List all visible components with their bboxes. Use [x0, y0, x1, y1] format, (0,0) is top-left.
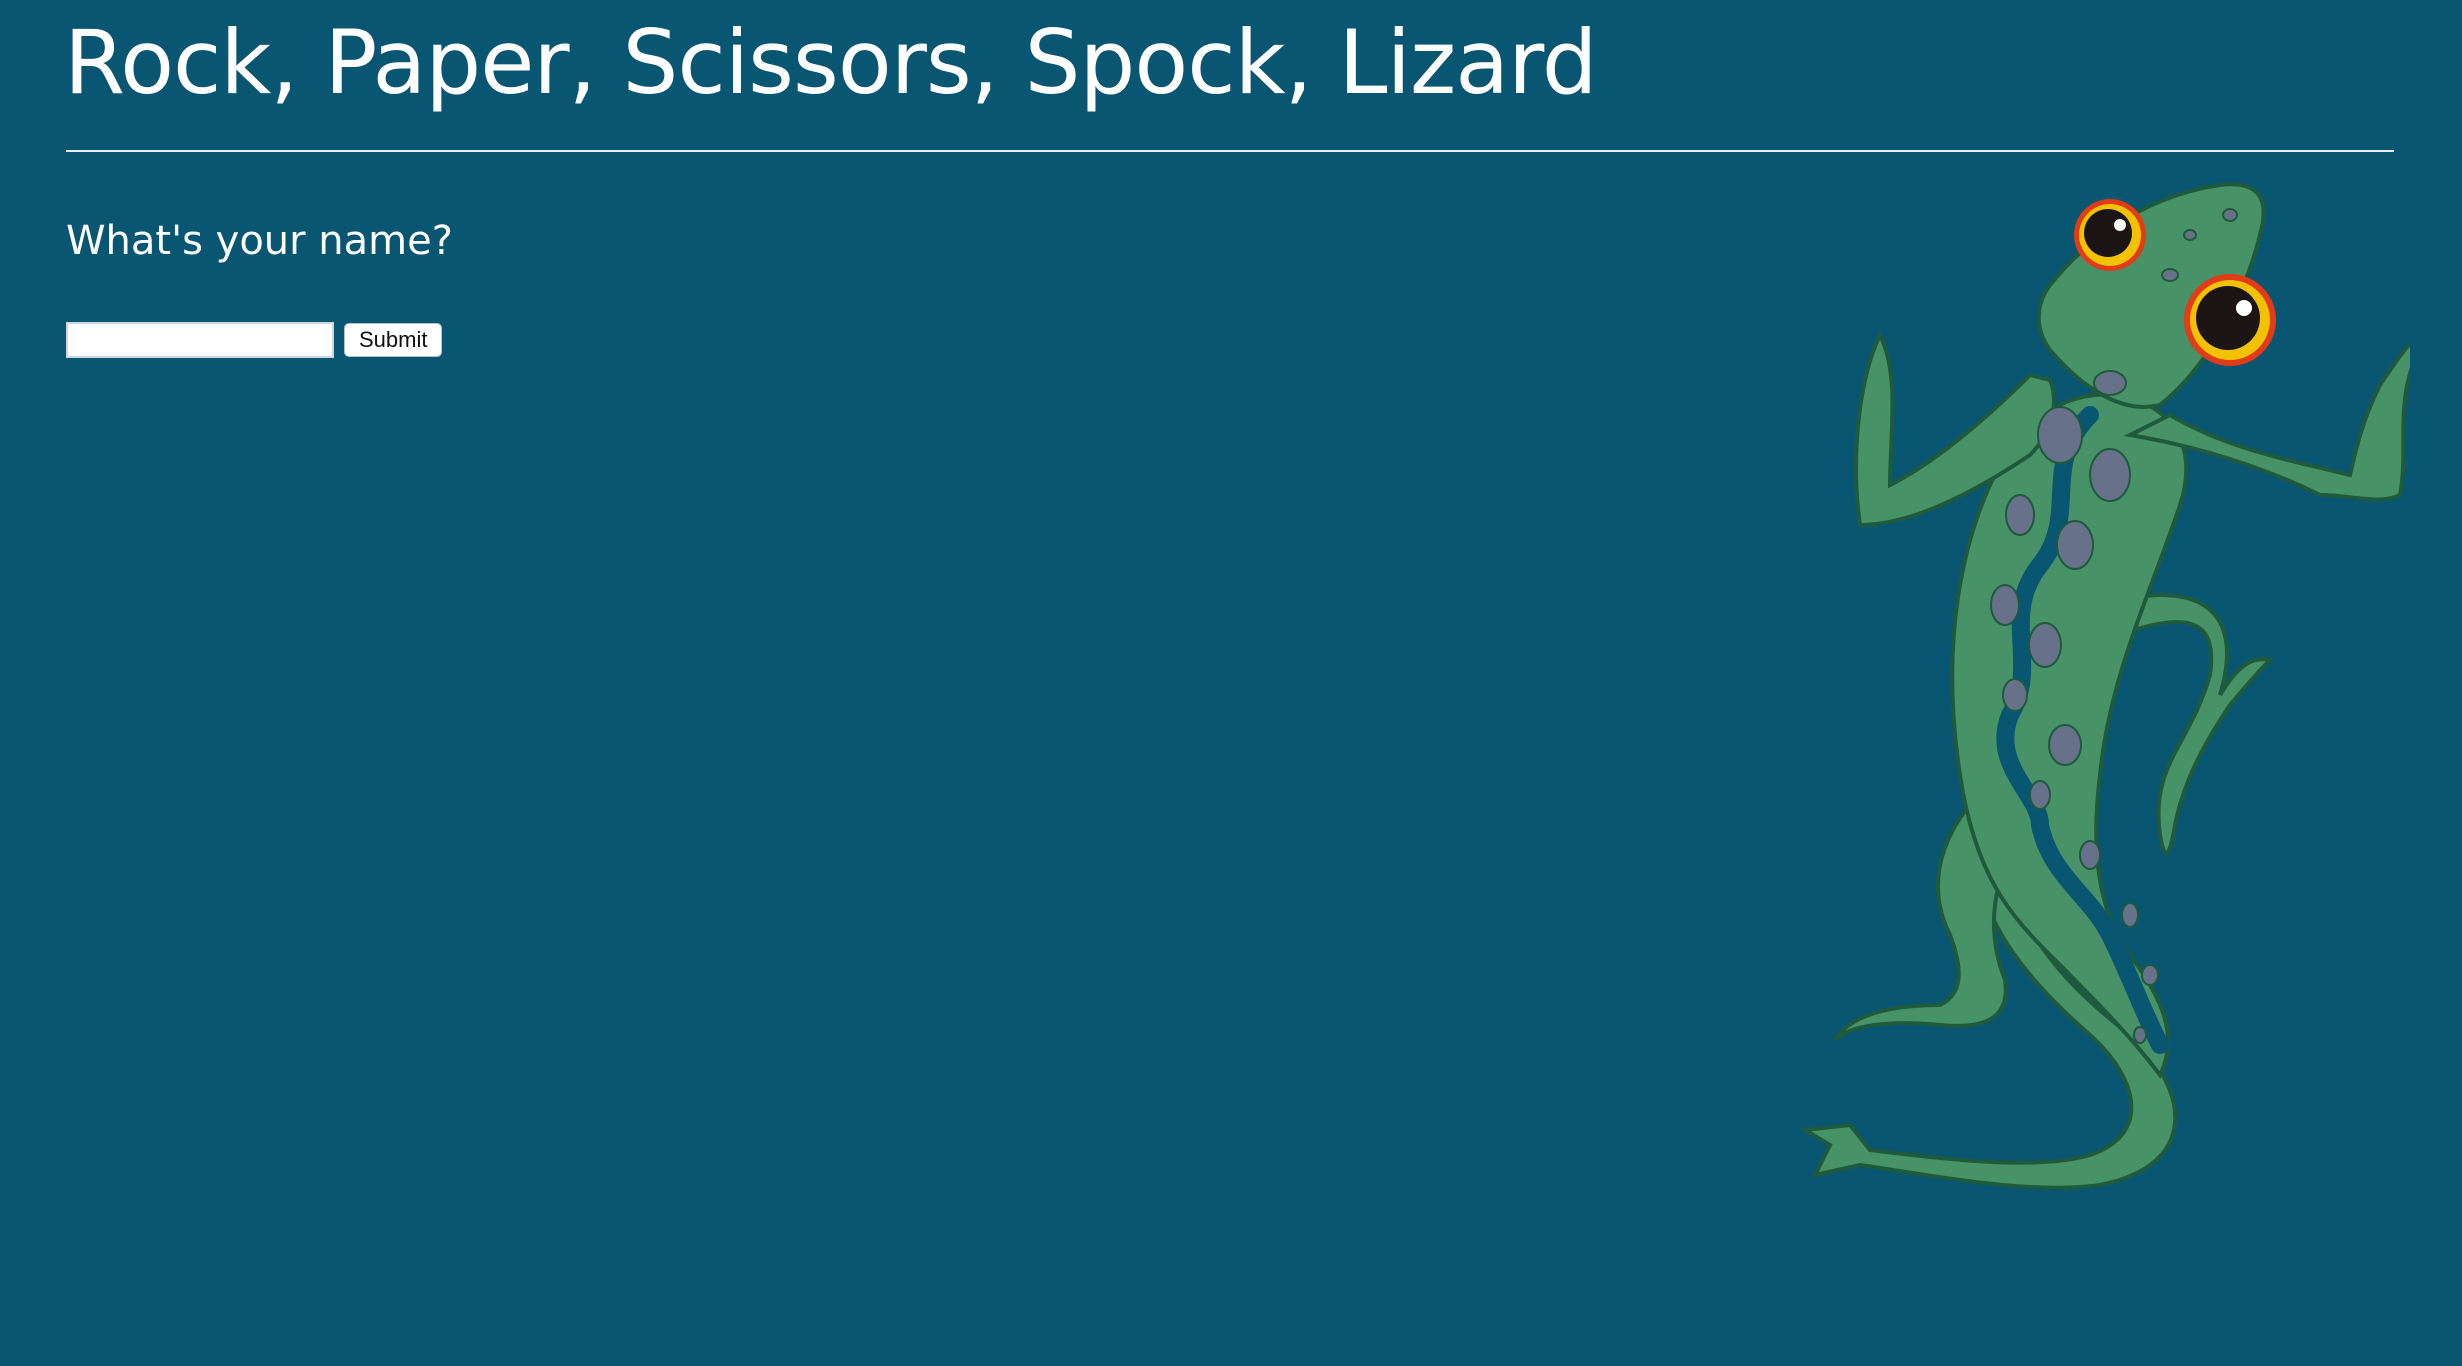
name-prompt: What's your name?	[66, 218, 453, 264]
page-title: Rock, Paper, Scissors, Spock, Lizard	[64, 11, 1598, 114]
header-divider	[66, 150, 2394, 152]
name-form: Submit	[66, 322, 443, 358]
lizard-icon	[1798, 182, 2410, 1190]
name-input[interactable]	[66, 322, 334, 358]
submit-button[interactable]: Submit	[344, 323, 443, 357]
page: Rock, Paper, Scissors, Spock, Lizard Wha…	[0, 0, 2462, 1366]
lizard-body	[1798, 182, 2410, 1190]
